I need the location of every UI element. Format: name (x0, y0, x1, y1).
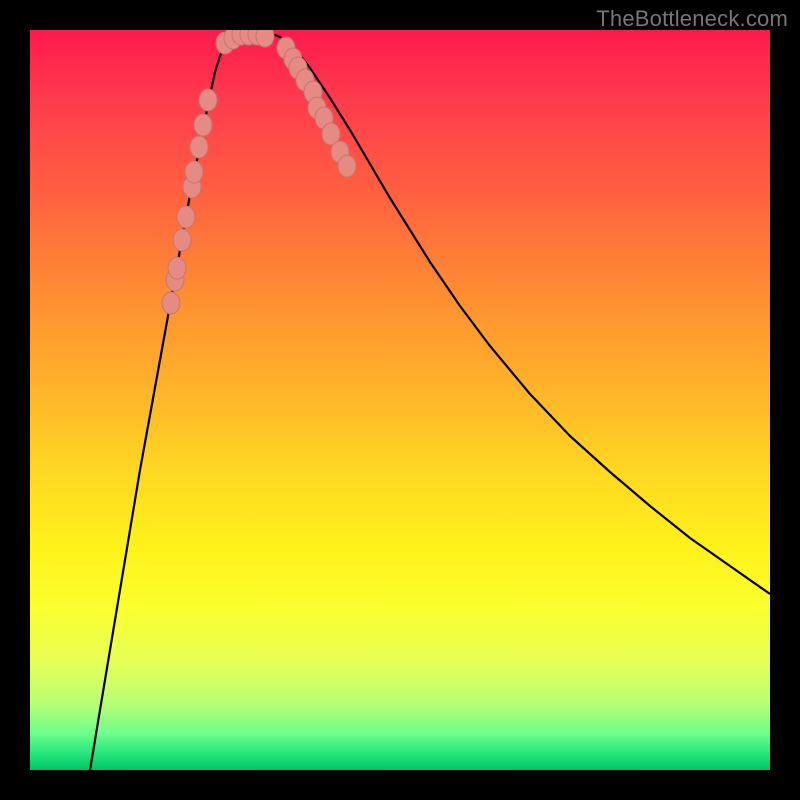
data-point (194, 114, 212, 136)
data-points-group (162, 30, 356, 314)
watermark-text: TheBottleneck.com (596, 6, 788, 32)
data-point (338, 155, 356, 177)
chart-svg (30, 30, 770, 770)
data-point (173, 229, 191, 251)
data-point (256, 30, 274, 47)
chart-frame: TheBottleneck.com (0, 0, 800, 800)
data-point (168, 257, 186, 279)
data-point (190, 136, 208, 158)
data-point (199, 89, 217, 111)
data-point (177, 206, 195, 228)
data-point (185, 161, 203, 183)
data-point (162, 292, 180, 314)
